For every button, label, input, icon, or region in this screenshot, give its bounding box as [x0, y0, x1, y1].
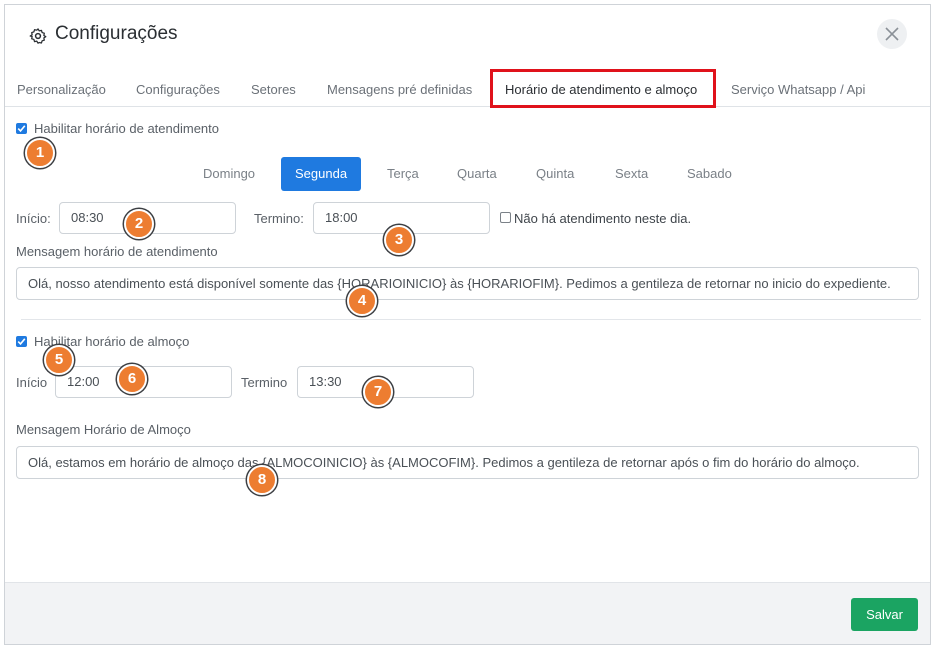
annotation-badge-5: 5 [44, 345, 74, 375]
close-button[interactable] [877, 19, 907, 49]
lunch-start-label: Início [16, 375, 48, 390]
service-start-label: Início: [16, 211, 51, 226]
day-sabado[interactable]: Sabado [687, 157, 732, 191]
day-domingo[interactable]: Domingo [203, 157, 255, 191]
section-divider [21, 319, 921, 320]
annotation-badge-4: 4 [347, 286, 377, 316]
modal-header: Configurações [5, 5, 930, 69]
annotation-badge-6: 6 [117, 364, 147, 394]
tab-setores[interactable]: Setores [251, 82, 296, 97]
lunch-message-input[interactable]: Olá, estamos em horário de almoço das {A… [16, 446, 919, 479]
no-service-label: Não há atendimento neste dia. [514, 211, 692, 226]
annotation-badge-7: 7 [363, 377, 393, 407]
service-message-label: Mensagem horário de atendimento [16, 244, 218, 259]
tab-mensagens[interactable]: Mensagens pré definidas [327, 82, 472, 97]
save-button[interactable]: Salvar [851, 598, 918, 631]
tab-horario-atendimento[interactable]: Horário de atendimento e almoço [505, 82, 697, 97]
check-icon [17, 338, 26, 346]
tab-personalizacao[interactable]: Personalização [17, 82, 106, 97]
tab-servico-whatsapp[interactable]: Serviço Whatsapp / Api [731, 82, 865, 97]
annotation-badge-1: 1 [25, 138, 55, 168]
tab-configuracoes[interactable]: Configurações [136, 82, 220, 97]
close-icon [885, 27, 899, 41]
modal-title: Configurações [55, 23, 178, 44]
day-quarta[interactable]: Quarta [457, 157, 497, 191]
modal-footer: Salvar [5, 582, 930, 644]
enable-lunch-hours-checkbox[interactable] [16, 336, 27, 347]
service-end-label: Termino: [254, 211, 304, 226]
day-quinta[interactable]: Quinta [536, 157, 574, 191]
annotation-badge-8: 8 [247, 465, 277, 495]
service-message-input[interactable]: Olá, nosso atendimento está disponível s… [16, 267, 919, 300]
tab-bar: Personalização Configurações Setores Men… [5, 69, 930, 108]
gear-icon [29, 28, 47, 44]
enable-service-hours-checkbox[interactable] [16, 123, 27, 134]
check-icon [17, 125, 26, 133]
settings-modal: Configurações Personalização Configuraçõ… [4, 4, 931, 645]
day-terca[interactable]: Terça [387, 157, 419, 191]
annotation-badge-3: 3 [384, 225, 414, 255]
day-sexta[interactable]: Sexta [615, 157, 648, 191]
lunch-message-label: Mensagem Horário de Almoço [16, 422, 191, 437]
no-service-checkbox[interactable] [500, 212, 511, 223]
lunch-end-label: Termino [241, 375, 288, 390]
day-segunda[interactable]: Segunda [281, 157, 362, 191]
enable-service-hours-label: Habilitar horário de atendimento [34, 121, 219, 136]
annotation-badge-2: 2 [124, 209, 154, 239]
